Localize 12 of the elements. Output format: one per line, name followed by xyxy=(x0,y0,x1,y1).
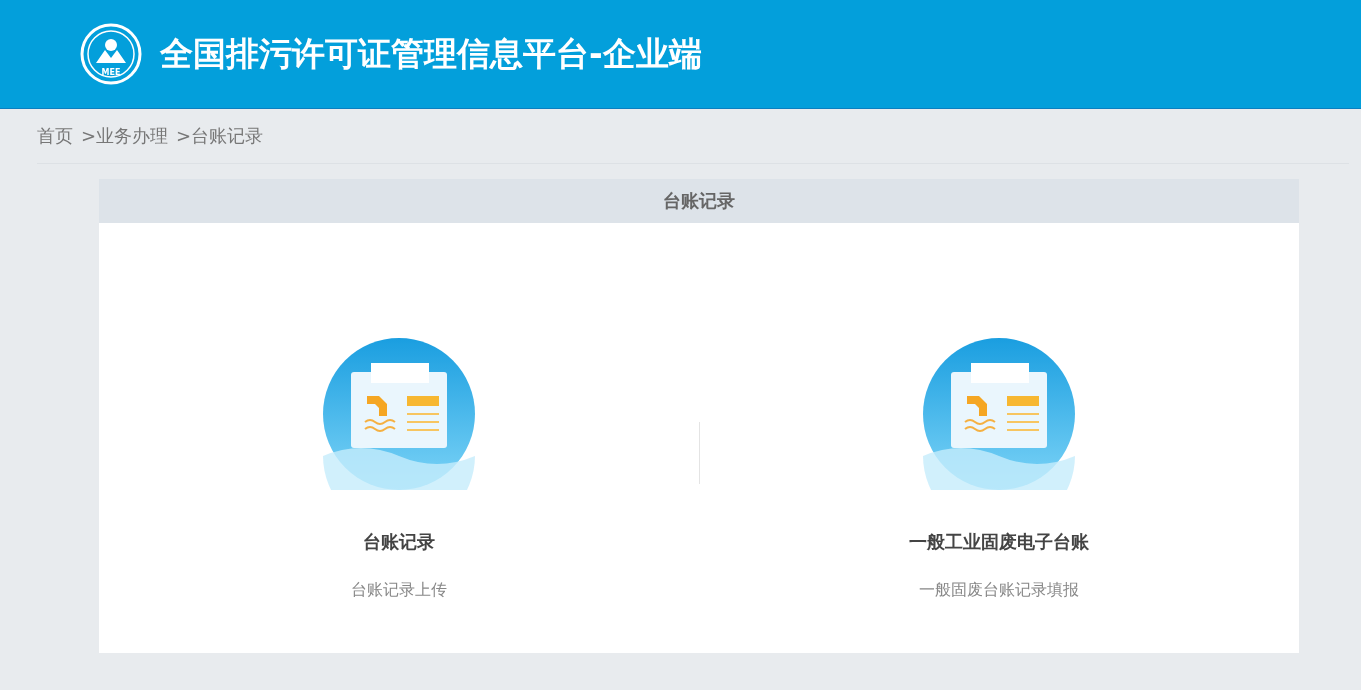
ledger-document-icon xyxy=(921,338,1078,490)
panel-header: 台账记录 xyxy=(99,179,1299,223)
ledger-document-icon xyxy=(320,338,477,490)
card-subtitle: 台账记录上传 xyxy=(350,580,447,601)
breadcrumb-link[interactable]: >台账记录 xyxy=(176,124,264,148)
card-title[interactable]: 台账记录 xyxy=(362,530,435,554)
emblem-logo: MEE xyxy=(80,23,142,85)
card-subtitle: 一般固废台账记录填报 xyxy=(919,580,1080,601)
card-title[interactable]: 一般工业固废电子台账 xyxy=(909,530,1090,554)
breadcrumb-link[interactable]: 首页 xyxy=(37,124,73,148)
platform-title: 全国排污许可证管理信息平台-企业端 xyxy=(160,32,702,75)
breadcrumb-link[interactable]: >业务办理 xyxy=(81,124,169,148)
